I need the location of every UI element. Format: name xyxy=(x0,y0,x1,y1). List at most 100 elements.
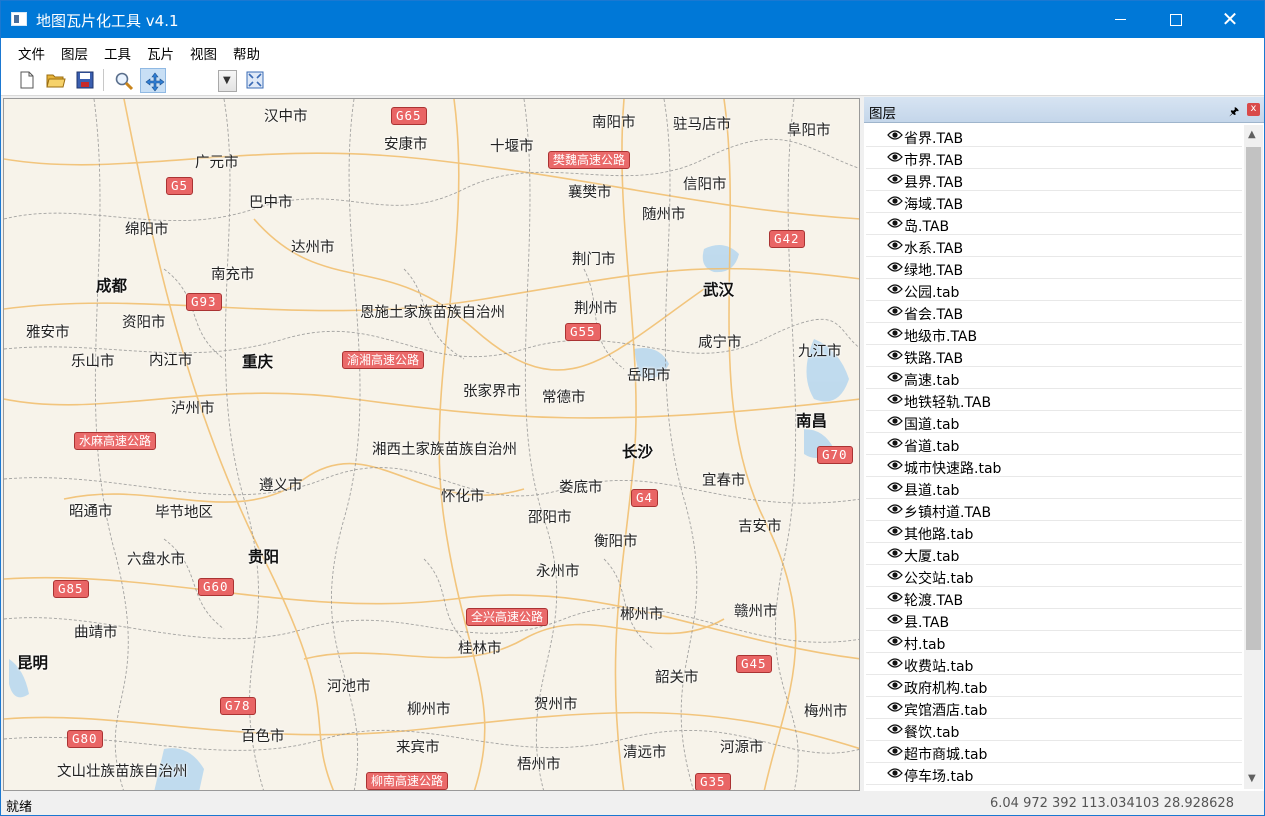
eye-icon[interactable] xyxy=(887,459,903,471)
eye-icon[interactable] xyxy=(887,547,903,559)
layer-row[interactable]: 大厦.tab xyxy=(866,543,1242,565)
layer-row[interactable]: 省界.TAB xyxy=(866,125,1242,147)
eye-icon[interactable] xyxy=(887,261,903,273)
open-button[interactable] xyxy=(42,68,68,93)
menu-tiles[interactable]: 瓦片 xyxy=(147,43,174,63)
layer-row[interactable]: 其他路.tab xyxy=(866,521,1242,543)
menu-view[interactable]: 视图 xyxy=(190,43,217,63)
city-label: 荆州市 xyxy=(574,301,618,317)
highway-shield: G45 xyxy=(736,655,772,673)
layer-row[interactable]: 岛.TAB xyxy=(866,213,1242,235)
layer-row[interactable]: 城市快速路.tab xyxy=(866,455,1242,477)
eye-icon[interactable] xyxy=(887,349,903,361)
eye-icon[interactable] xyxy=(887,569,903,581)
eye-icon[interactable] xyxy=(887,327,903,339)
menu-bar: 文件 图层 工具 瓦片 视图 帮助 xyxy=(1,38,1264,65)
layer-row[interactable]: 超市商城.tab xyxy=(866,741,1242,763)
layer-name: 收费站.tab xyxy=(904,659,974,675)
scale-dropdown[interactable]: ▼ xyxy=(218,70,237,92)
layer-row[interactable]: 停车场.tab xyxy=(866,763,1242,785)
eye-icon[interactable] xyxy=(887,415,903,427)
eye-icon[interactable] xyxy=(887,195,903,207)
eye-icon[interactable] xyxy=(887,635,903,647)
layer-name: 省界.TAB xyxy=(904,131,964,147)
eye-icon[interactable] xyxy=(887,129,903,141)
layer-row[interactable]: 高速.tab xyxy=(866,367,1242,389)
layer-name: 政府机构.tab xyxy=(904,681,988,697)
layer-row[interactable]: 县界.TAB xyxy=(866,169,1242,191)
layer-row[interactable]: 县道.tab xyxy=(866,477,1242,499)
layer-row[interactable]: 水系.TAB xyxy=(866,235,1242,257)
eye-icon[interactable] xyxy=(887,701,903,713)
close-button[interactable]: ✕ xyxy=(1207,1,1253,38)
layer-row[interactable]: 地铁轻轨.TAB xyxy=(866,389,1242,411)
map-canvas[interactable]: 汉中市 安康市 十堰市 南阳市 驻马店市 阜阳市 广元市 巴中市 襄樊市 信阳市… xyxy=(3,98,860,791)
layer-row[interactable]: 餐饮.tab xyxy=(866,719,1242,741)
city-label: 咸宁市 xyxy=(698,335,742,351)
eye-icon[interactable] xyxy=(887,393,903,405)
layer-name: 地铁轻轨.TAB xyxy=(904,395,992,411)
layer-row[interactable]: 公交站.tab xyxy=(866,565,1242,587)
layer-name: 停车场.tab xyxy=(904,769,974,785)
eye-icon[interactable] xyxy=(887,437,903,449)
city-label: 清远市 xyxy=(623,745,667,761)
eye-icon[interactable] xyxy=(887,723,903,735)
chevron-down-icon: ▼ xyxy=(223,75,231,86)
layer-row[interactable]: 海域.TAB xyxy=(866,191,1242,213)
eye-icon[interactable] xyxy=(887,503,903,515)
layer-row[interactable]: 收费站.tab xyxy=(866,653,1242,675)
city-label: 恩施土家族苗族自治州 xyxy=(360,305,505,321)
scrollbar-thumb[interactable] xyxy=(1246,147,1261,650)
layer-row[interactable]: 省会.TAB xyxy=(866,301,1242,323)
zoom-button[interactable] xyxy=(110,68,136,93)
layer-row[interactable]: 县.TAB xyxy=(866,609,1242,631)
layer-row[interactable]: 政府机构.tab xyxy=(866,675,1242,697)
eye-icon[interactable] xyxy=(887,613,903,625)
eye-icon[interactable] xyxy=(887,767,903,779)
layer-row[interactable]: 宾馆酒店.tab xyxy=(866,697,1242,719)
eye-icon[interactable] xyxy=(887,371,903,383)
scroll-up-icon[interactable]: ▲ xyxy=(1248,129,1256,140)
eye-icon[interactable] xyxy=(887,151,903,163)
eye-icon[interactable] xyxy=(887,239,903,251)
eye-icon[interactable] xyxy=(887,305,903,317)
layer-row[interactable]: 绿地.TAB xyxy=(866,257,1242,279)
eye-icon[interactable] xyxy=(887,745,903,757)
eye-icon[interactable] xyxy=(887,591,903,603)
menu-file[interactable]: 文件 xyxy=(18,43,45,63)
city-label: 衡阳市 xyxy=(594,534,638,550)
layer-row[interactable]: 轮渡.TAB xyxy=(866,587,1242,609)
layer-row[interactable]: 地级市.TAB xyxy=(866,323,1242,345)
layer-row[interactable]: 国道.tab xyxy=(866,411,1242,433)
full-extent-button[interactable] xyxy=(242,68,268,93)
menu-layer[interactable]: 图层 xyxy=(61,43,88,63)
eye-icon[interactable] xyxy=(887,525,903,537)
layer-row[interactable]: 市界.TAB xyxy=(866,147,1242,169)
eye-icon[interactable] xyxy=(887,283,903,295)
eye-icon[interactable] xyxy=(887,173,903,185)
eye-icon[interactable] xyxy=(887,217,903,229)
save-button[interactable] xyxy=(72,68,98,93)
new-file-button[interactable] xyxy=(14,68,40,93)
menu-help[interactable]: 帮助 xyxy=(233,43,260,63)
layer-name: 铁路.TAB xyxy=(904,351,964,367)
pan-button[interactable] xyxy=(140,68,166,93)
layer-row[interactable]: 省道.tab xyxy=(866,433,1242,455)
layer-row[interactable]: 公园.tab xyxy=(866,279,1242,301)
panel-close-button[interactable]: x xyxy=(1247,103,1260,116)
menu-tools[interactable]: 工具 xyxy=(104,43,131,63)
eye-icon[interactable] xyxy=(887,679,903,691)
layer-row[interactable]: 乡镇村道.TAB xyxy=(866,499,1242,521)
maximize-button[interactable] xyxy=(1152,1,1198,38)
eye-icon[interactable] xyxy=(887,657,903,669)
highway-name-label: 樊魏高速公路 xyxy=(548,151,631,169)
layer-row[interactable]: 铁路.TAB xyxy=(866,345,1242,367)
eye-icon[interactable] xyxy=(887,481,903,493)
layer-name: 公园.tab xyxy=(904,285,960,301)
layer-row[interactable]: 村.tab xyxy=(866,631,1242,653)
pin-icon[interactable]: 🖈 xyxy=(1229,103,1239,122)
highway-shield: G93 xyxy=(186,293,222,311)
scroll-down-icon[interactable]: ▼ xyxy=(1248,773,1256,784)
minimize-button[interactable] xyxy=(1097,1,1143,38)
layer-list-scrollbar[interactable]: ▲ ▼ xyxy=(1244,125,1263,789)
